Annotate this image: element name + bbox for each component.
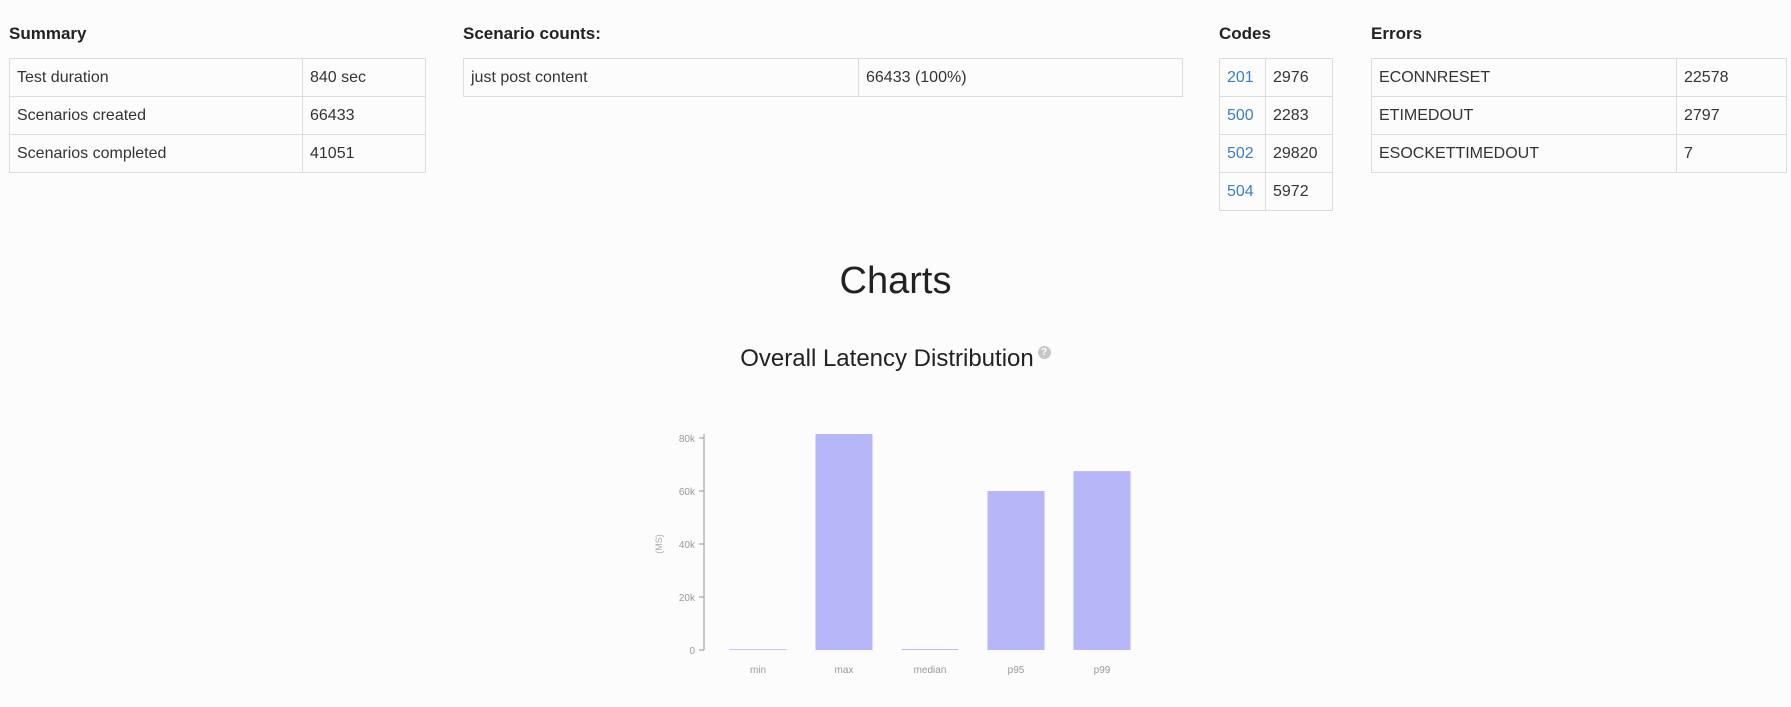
status-code-count: 29820 xyxy=(1265,134,1333,173)
summary-label: Scenarios completed xyxy=(9,134,303,173)
status-code-link[interactable]: 201 xyxy=(1219,58,1266,97)
summary-label: Test duration xyxy=(9,58,303,97)
x-tick-label: p95 xyxy=(1008,665,1025,676)
charts-heading: Charts xyxy=(839,260,952,302)
y-tick-label: 20k xyxy=(679,593,696,604)
status-code-link[interactable]: 502 xyxy=(1219,134,1266,173)
status-code-count: 2976 xyxy=(1265,58,1333,97)
x-tick-label: max xyxy=(835,665,854,676)
table-row: Scenarios created 66433 xyxy=(9,96,426,135)
table-row: ECONNRESET 22578 xyxy=(1371,58,1787,97)
codes-table: 201 2976 500 2283 502 29820 504 5972 xyxy=(1219,58,1333,211)
summary-label: Scenarios created xyxy=(9,96,303,135)
scenario-counts-section: Scenario counts: just post content 66433… xyxy=(463,24,1183,97)
summary-value: 66433 xyxy=(302,96,426,135)
errors-table: ECONNRESET 22578 ETIMEDOUT 2797 ESOCKETT… xyxy=(1371,58,1787,173)
table-row: ETIMEDOUT 2797 xyxy=(1371,96,1787,135)
error-count: 2797 xyxy=(1676,96,1787,135)
latency-chart-title: Overall Latency Distribution? xyxy=(0,344,1791,374)
table-row: Scenarios completed 41051 xyxy=(9,134,426,173)
summary-value: 840 sec xyxy=(302,58,426,97)
errors-section: Errors ECONNRESET 22578 ETIMEDOUT 2797 E… xyxy=(1371,24,1787,173)
bar-min xyxy=(729,649,787,651)
error-count: 22578 xyxy=(1676,58,1787,97)
status-code-count: 2283 xyxy=(1265,96,1333,135)
bar-median xyxy=(901,649,959,650)
summary-value: 41051 xyxy=(302,134,426,173)
bar-max xyxy=(815,434,873,650)
summary-section: Summary Test duration 840 sec Scenarios … xyxy=(9,24,426,173)
status-code-count: 5972 xyxy=(1265,172,1333,211)
error-count: 7 xyxy=(1676,134,1787,173)
codes-section: Codes 201 2976 500 2283 502 29820 504 59… xyxy=(1219,24,1333,211)
table-row: 500 2283 xyxy=(1219,96,1333,135)
latency-chart: 0 20k 40k 60k 80k (MS) min max median p95 p99 xyxy=(654,434,1131,676)
y-tick-label: 80k xyxy=(679,434,696,445)
codes-title: Codes xyxy=(1219,24,1271,43)
table-row: 201 2976 xyxy=(1219,58,1333,97)
question-circle-icon[interactable]: ? xyxy=(1037,346,1051,359)
error-name: ETIMEDOUT xyxy=(1371,96,1677,135)
table-row: just post content 66433 (100%) xyxy=(463,58,1183,97)
scenario-counts-table: just post content 66433 (100%) xyxy=(463,58,1183,97)
error-name: ESOCKETTIMEDOUT xyxy=(1371,134,1677,173)
latency-chart-title-text: Overall Latency Distribution xyxy=(740,345,1034,372)
x-tick-label: median xyxy=(914,665,947,676)
x-tick-label: p99 xyxy=(1094,665,1111,676)
x-tick-label: min xyxy=(750,665,766,676)
summary-title: Summary xyxy=(9,24,87,43)
status-code-link[interactable]: 500 xyxy=(1219,96,1266,135)
bar-p95 xyxy=(987,491,1045,650)
y-tick-label: 0 xyxy=(689,646,695,657)
scenario-count: 66433 (100%) xyxy=(858,58,1183,97)
y-tick-label: 40k xyxy=(679,540,696,551)
table-row: 502 29820 xyxy=(1219,134,1333,173)
bar-p99 xyxy=(1073,471,1131,650)
summary-table: Test duration 840 sec Scenarios created … xyxy=(9,58,426,173)
scenario-name: just post content xyxy=(463,58,859,97)
table-row: ESOCKETTIMEDOUT 7 xyxy=(1371,134,1787,173)
status-code-link[interactable]: 504 xyxy=(1219,172,1266,211)
errors-title: Errors xyxy=(1371,24,1423,43)
table-row: 504 5972 xyxy=(1219,172,1333,211)
table-row: Test duration 840 sec xyxy=(9,58,426,97)
y-tick-label: 60k xyxy=(679,487,696,498)
scenario-counts-title: Scenario counts: xyxy=(463,24,601,43)
error-name: ECONNRESET xyxy=(1371,58,1677,97)
y-axis-label: (MS) xyxy=(654,534,664,554)
